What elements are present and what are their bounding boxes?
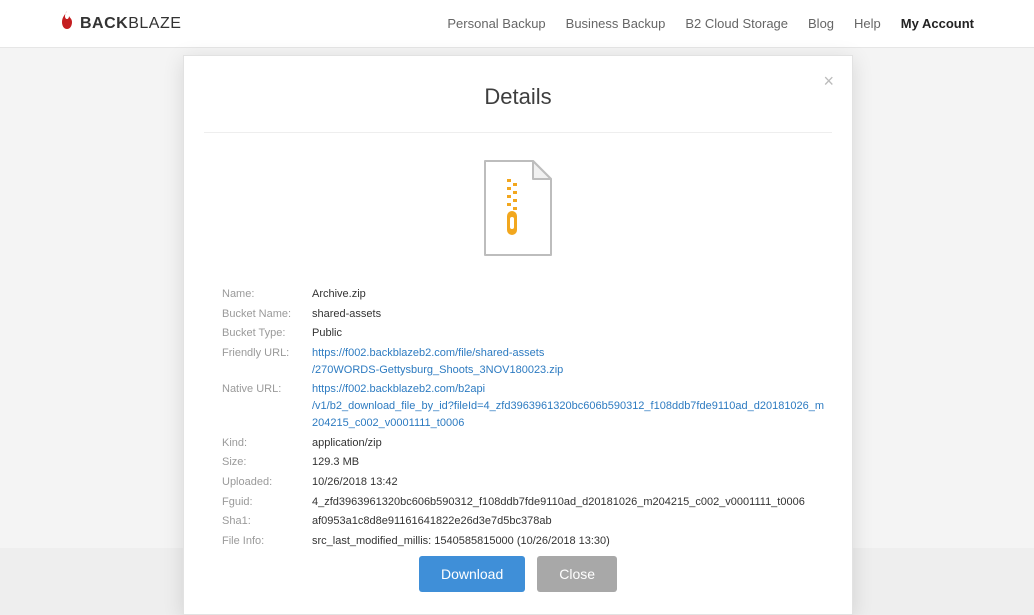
brand-text: BACKBLAZE [80, 15, 181, 33]
row-fguid: Fguid: 4_zfd3963961320bc606b590312_f108d… [222, 494, 830, 511]
row-native-url: Native URL: https://f002.backblazeb2.com… [222, 381, 830, 432]
label-name: Name: [222, 286, 312, 303]
modal-footer: Download Close [184, 556, 852, 592]
native-url-link[interactable]: https://f002.backblazeb2.com/b2api /v1/b… [312, 383, 824, 429]
value-uploaded: 10/26/2018 13:42 [312, 474, 398, 491]
friendly-url-link[interactable]: https://f002.backblazeb2.com/file/shared… [312, 347, 563, 376]
label-uploaded: Uploaded: [222, 474, 312, 491]
close-button[interactable]: Close [537, 556, 617, 592]
row-sha1: Sha1: af0953a1c8d8e91161641822e26d3e7d5b… [222, 513, 830, 530]
label-bucket-type: Bucket Type: [222, 325, 312, 342]
label-native-url: Native URL: [222, 381, 312, 398]
row-kind: Kind: application/zip [222, 435, 830, 452]
modal-title: Details [204, 84, 832, 133]
value-size: 129.3 MB [312, 454, 359, 471]
label-fguid: Fguid: [222, 494, 312, 511]
file-icon-wrap [184, 159, 852, 264]
detail-rows: Name: Archive.zip Bucket Name: shared-as… [184, 286, 852, 550]
value-sha1: af0953a1c8d8e91161641822e26d3e7d5bc378ab [312, 513, 552, 530]
label-friendly-url: Friendly URL: [222, 345, 312, 362]
flame-icon [60, 11, 74, 36]
details-modal: × Details [183, 55, 853, 615]
label-bucket-name: Bucket Name: [222, 306, 312, 323]
nav-personal-backup[interactable]: Personal Backup [447, 16, 545, 31]
row-file-info: File Info: src_last_modified_millis: 154… [222, 533, 830, 550]
main-nav: Personal Backup Business Backup B2 Cloud… [447, 16, 974, 31]
zip-file-icon [481, 159, 555, 264]
nav-my-account[interactable]: My Account [901, 16, 974, 31]
download-button[interactable]: Download [419, 556, 525, 592]
value-file-info: src_last_modified_millis: 1540585815000 … [312, 533, 610, 550]
app-header: BACKBLAZE Personal Backup Business Backu… [0, 0, 1034, 48]
row-friendly-url: Friendly URL: https://f002.backblazeb2.c… [222, 345, 830, 379]
value-friendly-url: https://f002.backblazeb2.com/file/shared… [312, 345, 563, 379]
value-kind: application/zip [312, 435, 382, 452]
label-size: Size: [222, 454, 312, 471]
value-bucket-type: Public [312, 325, 342, 342]
value-fguid: 4_zfd3963961320bc606b590312_f108ddb7fde9… [312, 494, 805, 511]
close-icon[interactable]: × [823, 72, 834, 90]
label-kind: Kind: [222, 435, 312, 452]
nav-business-backup[interactable]: Business Backup [566, 16, 666, 31]
value-bucket-name: shared-assets [312, 306, 381, 323]
row-uploaded: Uploaded: 10/26/2018 13:42 [222, 474, 830, 491]
value-name: Archive.zip [312, 286, 366, 303]
nav-b2-cloud-storage[interactable]: B2 Cloud Storage [685, 16, 788, 31]
row-bucket-type: Bucket Type: Public [222, 325, 830, 342]
label-file-info: File Info: [222, 533, 312, 550]
value-native-url: https://f002.backblazeb2.com/b2api /v1/b… [312, 381, 830, 432]
row-size: Size: 129.3 MB [222, 454, 830, 471]
nav-blog[interactable]: Blog [808, 16, 834, 31]
row-name: Name: Archive.zip [222, 286, 830, 303]
nav-help[interactable]: Help [854, 16, 881, 31]
brand-logo[interactable]: BACKBLAZE [60, 11, 181, 36]
label-sha1: Sha1: [222, 513, 312, 530]
row-bucket-name: Bucket Name: shared-assets [222, 306, 830, 323]
